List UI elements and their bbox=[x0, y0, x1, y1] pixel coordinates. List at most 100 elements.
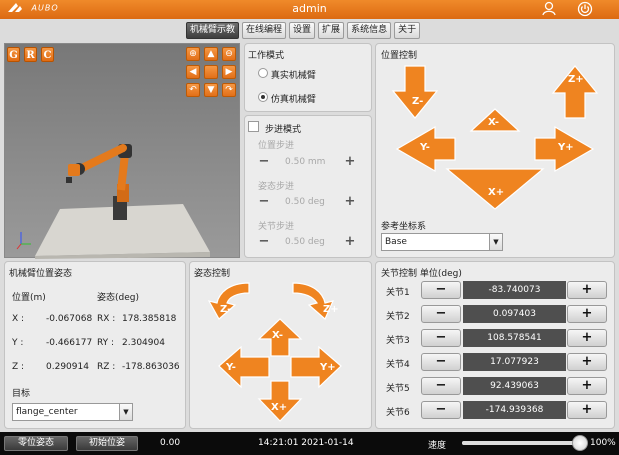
z-label: Z : bbox=[12, 362, 25, 372]
rx-label: RX : bbox=[97, 314, 116, 324]
view-up-icon[interactable]: ▲ bbox=[204, 47, 218, 61]
joint-step-value: 0.50 deg bbox=[285, 237, 325, 247]
view-g-button[interactable]: G bbox=[7, 47, 20, 62]
attitude-step-minus[interactable]: − bbox=[258, 194, 270, 209]
tab-online-program[interactable]: 在线编程 bbox=[242, 22, 287, 39]
joint2-plus-button[interactable]: + bbox=[567, 305, 607, 323]
joint6-value: -174.939368 bbox=[463, 401, 566, 419]
tab-settings[interactable]: 设置 bbox=[289, 22, 316, 39]
joint5-minus-button[interactable]: − bbox=[421, 377, 461, 395]
joint2-minus-button[interactable]: − bbox=[421, 305, 461, 323]
tab-teach[interactable]: 机械臂示教 bbox=[186, 22, 240, 39]
attitude-step-plus[interactable]: + bbox=[344, 194, 356, 209]
chevron-down-icon: ▼ bbox=[119, 404, 132, 420]
init-pose-button[interactable]: 初始位姿 bbox=[76, 436, 138, 451]
ref-frame-label: 参考坐标系 bbox=[381, 222, 427, 232]
att-y-minus-label: Y- bbox=[226, 362, 236, 373]
joint-control-title: 关节控制 单位(deg) bbox=[381, 269, 462, 279]
pos-z-plus-label: Z+ bbox=[568, 74, 584, 85]
joint4-value: 17.077923 bbox=[463, 353, 566, 371]
att-y-plus-label: Y+ bbox=[320, 362, 336, 373]
view-down-icon[interactable]: ▼ bbox=[204, 83, 218, 97]
joint3-minus-button[interactable]: − bbox=[421, 329, 461, 347]
speed-slider-track[interactable] bbox=[462, 441, 580, 445]
tab-about[interactable]: 关于 bbox=[394, 22, 421, 39]
speed-slider-fill bbox=[462, 441, 580, 445]
joint-step-label: 关节步进 bbox=[258, 222, 295, 232]
pos-header: 位置(m) bbox=[12, 293, 46, 303]
att-x-plus-label: X+ bbox=[271, 402, 288, 413]
pos-x-plus-label: X+ bbox=[488, 187, 505, 198]
att-header: 姿态(deg) bbox=[97, 293, 139, 303]
zero-pose-button[interactable]: 零位姿态 bbox=[4, 436, 68, 451]
joint1-value: -83.740073 bbox=[463, 281, 566, 299]
speed-slider-handle[interactable] bbox=[572, 435, 588, 451]
position-step-minus[interactable]: − bbox=[258, 154, 270, 169]
zoom-out-icon[interactable]: ⊖ bbox=[222, 47, 236, 61]
y-label: Y : bbox=[12, 338, 24, 348]
target-value: flange_center bbox=[16, 407, 78, 417]
status-value: 0.00 bbox=[160, 438, 181, 448]
real-robot-label: 真实机械臂 bbox=[270, 71, 316, 81]
chevron-down-icon: ▼ bbox=[489, 234, 502, 250]
joint1-label: 关节1 bbox=[386, 288, 410, 298]
app-title: admin bbox=[292, 2, 327, 15]
pos-y-minus-label: Y- bbox=[420, 142, 430, 153]
y-value: -0.466177 bbox=[46, 338, 93, 348]
joint6-label: 关节6 bbox=[386, 408, 410, 418]
joint6-plus-button[interactable]: + bbox=[567, 401, 607, 419]
pos-x-minus-label: X- bbox=[488, 117, 500, 128]
joint3-plus-button[interactable]: + bbox=[567, 329, 607, 347]
view-r-button[interactable]: R bbox=[24, 47, 37, 62]
joint5-label: 关节5 bbox=[386, 384, 410, 394]
joint2-label: 关节2 bbox=[386, 312, 410, 322]
pos-y-plus-label: Y+ bbox=[558, 142, 574, 153]
zoom-in-icon[interactable]: ⊕ bbox=[186, 47, 200, 61]
x-label: X : bbox=[12, 314, 25, 324]
rz-value: -178.863036 bbox=[122, 362, 180, 372]
joint2-value: 0.097403 bbox=[463, 305, 566, 323]
pos-z-minus-label: Z- bbox=[412, 96, 424, 107]
pos-z-minus-button[interactable] bbox=[391, 65, 439, 119]
ry-label: RY : bbox=[97, 338, 115, 348]
tab-system-info[interactable]: 系统信息 bbox=[347, 22, 392, 39]
speed-label: 速度 bbox=[428, 441, 447, 451]
joint6-minus-button[interactable]: − bbox=[421, 401, 461, 419]
att-x-plus-button[interactable] bbox=[257, 380, 303, 422]
joint-step-minus[interactable]: − bbox=[258, 234, 270, 249]
status-datetime: 2021-01-14 14:21:01 bbox=[258, 438, 354, 448]
joint5-plus-button[interactable]: + bbox=[567, 377, 607, 395]
z-value: 0.290914 bbox=[46, 362, 89, 372]
ry-value: 2.304904 bbox=[122, 338, 165, 348]
joint4-plus-button[interactable]: + bbox=[567, 353, 607, 371]
attitude-step-value: 0.50 deg bbox=[285, 197, 325, 207]
joint1-plus-button[interactable]: + bbox=[567, 281, 607, 299]
joint4-minus-button[interactable]: − bbox=[421, 353, 461, 371]
rotate-right-icon[interactable]: ↷ bbox=[222, 83, 236, 97]
pose-title: 机械臂位置姿态 bbox=[9, 269, 73, 279]
view-left-icon[interactable]: ◀ bbox=[186, 65, 200, 79]
user-icon[interactable] bbox=[540, 1, 558, 18]
joint3-value: 108.578541 bbox=[463, 329, 566, 347]
joint5-value: 92.439063 bbox=[463, 377, 566, 395]
view-c-button[interactable]: C bbox=[41, 47, 54, 62]
sim-robot-radio[interactable]: 仿真机械臂 bbox=[258, 92, 316, 105]
rz-label: RZ : bbox=[97, 362, 116, 372]
step-mode-checkbox[interactable] bbox=[248, 121, 259, 132]
power-icon[interactable] bbox=[576, 1, 594, 18]
view-right-icon[interactable]: ▶ bbox=[222, 65, 236, 79]
position-step-plus[interactable]: + bbox=[344, 154, 356, 169]
view-center-icon[interactable] bbox=[204, 65, 218, 79]
att-z-minus-label: Z- bbox=[220, 304, 232, 315]
real-robot-radio[interactable]: 真实机械臂 bbox=[258, 68, 316, 81]
joint1-minus-button[interactable]: − bbox=[421, 281, 461, 299]
ref-frame-select[interactable]: Base ▼ bbox=[381, 233, 503, 251]
target-select[interactable]: flange_center ▼ bbox=[12, 403, 133, 421]
work-mode-title: 工作模式 bbox=[248, 51, 285, 61]
joint4-label: 关节4 bbox=[386, 360, 410, 370]
tab-extensions[interactable]: 扩展 bbox=[318, 22, 345, 39]
attitude-step-label: 姿态步进 bbox=[258, 182, 295, 192]
rotate-left-icon[interactable]: ↶ bbox=[186, 83, 200, 97]
target-label: 目标 bbox=[12, 389, 31, 399]
joint-step-plus[interactable]: + bbox=[344, 234, 356, 249]
